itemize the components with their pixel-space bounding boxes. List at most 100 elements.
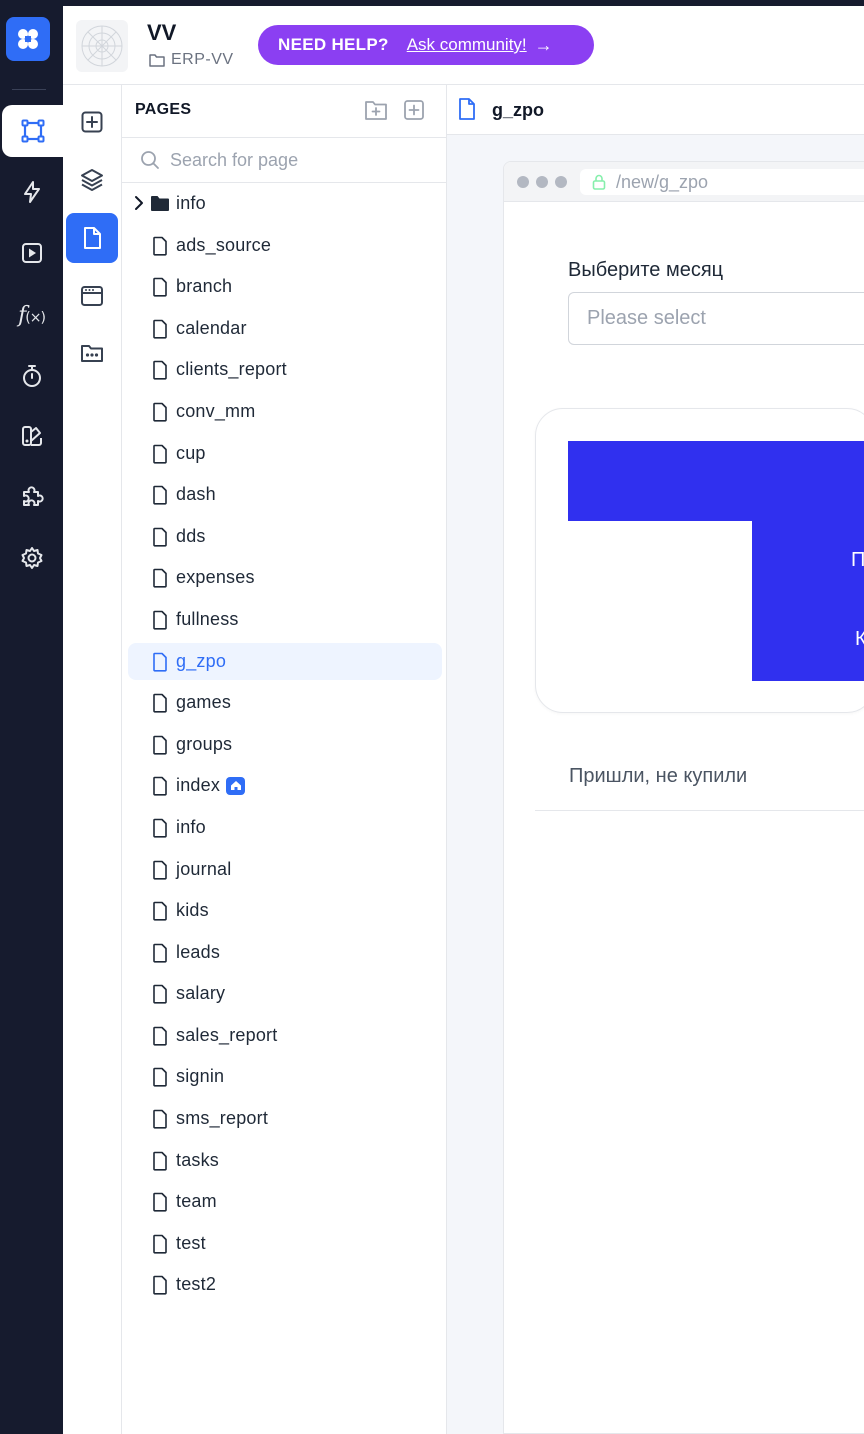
page-icon	[153, 319, 167, 339]
page-item-label: games	[176, 692, 232, 713]
url-text: /new/g_zpo	[616, 171, 709, 192]
page-icon	[153, 693, 167, 713]
page-icon	[153, 402, 167, 422]
page-item-label: fullness	[176, 608, 239, 629]
page-item[interactable]: clients_report	[122, 349, 446, 391]
rail-separator	[12, 89, 46, 90]
page-item[interactable]: ads_source	[122, 225, 446, 267]
pages-button[interactable]	[66, 213, 118, 263]
page-item[interactable]: test2	[122, 1264, 446, 1306]
rail-item-canvas[interactable]	[2, 105, 63, 157]
app-header: VV ERP-VV NEED HELP? Ask community! →	[63, 6, 864, 85]
stats-card[interactable]: П К	[535, 408, 864, 713]
folder-icon	[149, 54, 165, 67]
folder-plus-icon	[365, 101, 387, 120]
layers-button[interactable]	[66, 155, 118, 205]
page-icon	[153, 277, 167, 297]
app-folder-label: ERP-VV	[171, 51, 234, 68]
browser-bar: /new/g_zpo	[504, 162, 864, 202]
page-icon	[153, 485, 167, 505]
page-item[interactable]: groups	[122, 724, 446, 766]
chevron-right-icon[interactable]	[132, 194, 146, 212]
rail-item-actions[interactable]	[0, 166, 63, 218]
rail-item-settings[interactable]	[0, 532, 63, 584]
app-logo[interactable]	[6, 17, 50, 61]
page-icon	[153, 1276, 167, 1296]
page-item[interactable]: sms_report	[122, 1098, 446, 1140]
add-folder-button[interactable]	[363, 97, 389, 123]
rail-item-theme[interactable]	[0, 410, 63, 462]
page-icon	[153, 444, 167, 464]
preview-browser-frame: /new/g_zpo Выберите месяц Please select …	[503, 161, 864, 1434]
app-thumbnail-icon	[81, 25, 123, 67]
ask-community-link[interactable]: Ask community!	[407, 35, 527, 55]
app-thumbnail[interactable]	[76, 20, 128, 72]
page-icon	[153, 901, 167, 921]
page-item[interactable]: journal	[122, 849, 446, 891]
page-item[interactable]: g_zpo	[122, 641, 446, 683]
page-item[interactable]: fullness	[122, 599, 446, 641]
card-block-top	[568, 441, 864, 521]
play-icon	[21, 243, 42, 263]
rail-item-plugins[interactable]	[0, 471, 63, 523]
page-item-label: team	[176, 1191, 217, 1212]
stopwatch-icon	[22, 365, 41, 387]
editor-tab-g-zpo[interactable]: g_zpo	[492, 100, 544, 121]
page-item[interactable]: cup	[122, 433, 446, 475]
add-component-button[interactable]	[66, 97, 118, 147]
page-item-label: conv_mm	[176, 400, 256, 421]
page-item-label: cup	[176, 442, 206, 463]
page-folder-info[interactable]: info	[122, 183, 446, 225]
popups-button[interactable]	[66, 271, 118, 321]
page-item[interactable]: leads	[122, 932, 446, 974]
arrow-right-icon: →	[534, 34, 553, 55]
folders-button[interactable]	[66, 328, 118, 378]
page-icon	[153, 860, 167, 880]
gear-icon	[21, 547, 42, 569]
lightning-icon	[23, 181, 40, 203]
rail-item-preview[interactable]	[0, 227, 63, 279]
page-item[interactable]: sales_report	[122, 1015, 446, 1057]
page-item[interactable]: salary	[122, 973, 446, 1015]
page-icon	[84, 227, 101, 249]
page-item-label: test	[176, 1232, 206, 1253]
page-item[interactable]: test	[122, 1223, 446, 1265]
page-item[interactable]: tasks	[122, 1140, 446, 1182]
page-icon	[153, 569, 167, 588]
card-block-bottom: П К	[752, 521, 864, 681]
search-icon	[141, 151, 159, 169]
rail-item-functions[interactable]: f(×)	[0, 289, 63, 341]
page-item[interactable]: conv_mm	[122, 391, 446, 433]
page-item-label: test2	[176, 1274, 217, 1295]
page-icon	[153, 1151, 167, 1171]
month-select-label: Выберите месяц	[568, 259, 724, 281]
month-select[interactable]: Please select	[568, 292, 864, 345]
page-icon	[153, 1234, 167, 1254]
page-item-label: clients_report	[176, 359, 287, 380]
page-item-label: journal	[176, 858, 232, 879]
folder-dots-icon	[81, 345, 103, 362]
page-item[interactable]: dash	[122, 474, 446, 516]
page-item[interactable]: games	[122, 682, 446, 724]
page-item[interactable]: kids	[122, 890, 446, 932]
help-banner-title: NEED HELP?	[278, 35, 389, 54]
rail-item-timers[interactable]	[0, 350, 63, 402]
editor-icon-column	[63, 85, 122, 1434]
card-text-1: П	[851, 549, 864, 571]
page-item[interactable]: team	[122, 1181, 446, 1223]
page-item[interactable]: index	[122, 765, 446, 807]
page-item-label: dds	[176, 525, 206, 546]
page-item[interactable]: branch	[122, 266, 446, 308]
app-folder[interactable]: ERP-VV	[149, 51, 234, 69]
add-page-button[interactable]	[401, 97, 427, 123]
page-item-label: kids	[176, 900, 209, 921]
page-item[interactable]: info	[122, 807, 446, 849]
page-item[interactable]: dds	[122, 516, 446, 558]
pages-panel: PAGES info ads_sourcebranchcalendarc	[122, 85, 447, 1434]
page-icon	[153, 777, 167, 796]
page-search-input[interactable]	[170, 149, 430, 171]
page-item[interactable]: signin	[122, 1056, 446, 1098]
page-item[interactable]: expenses	[122, 557, 446, 599]
help-banner[interactable]: NEED HELP? Ask community! →	[258, 25, 594, 65]
page-item[interactable]: calendar	[122, 308, 446, 350]
